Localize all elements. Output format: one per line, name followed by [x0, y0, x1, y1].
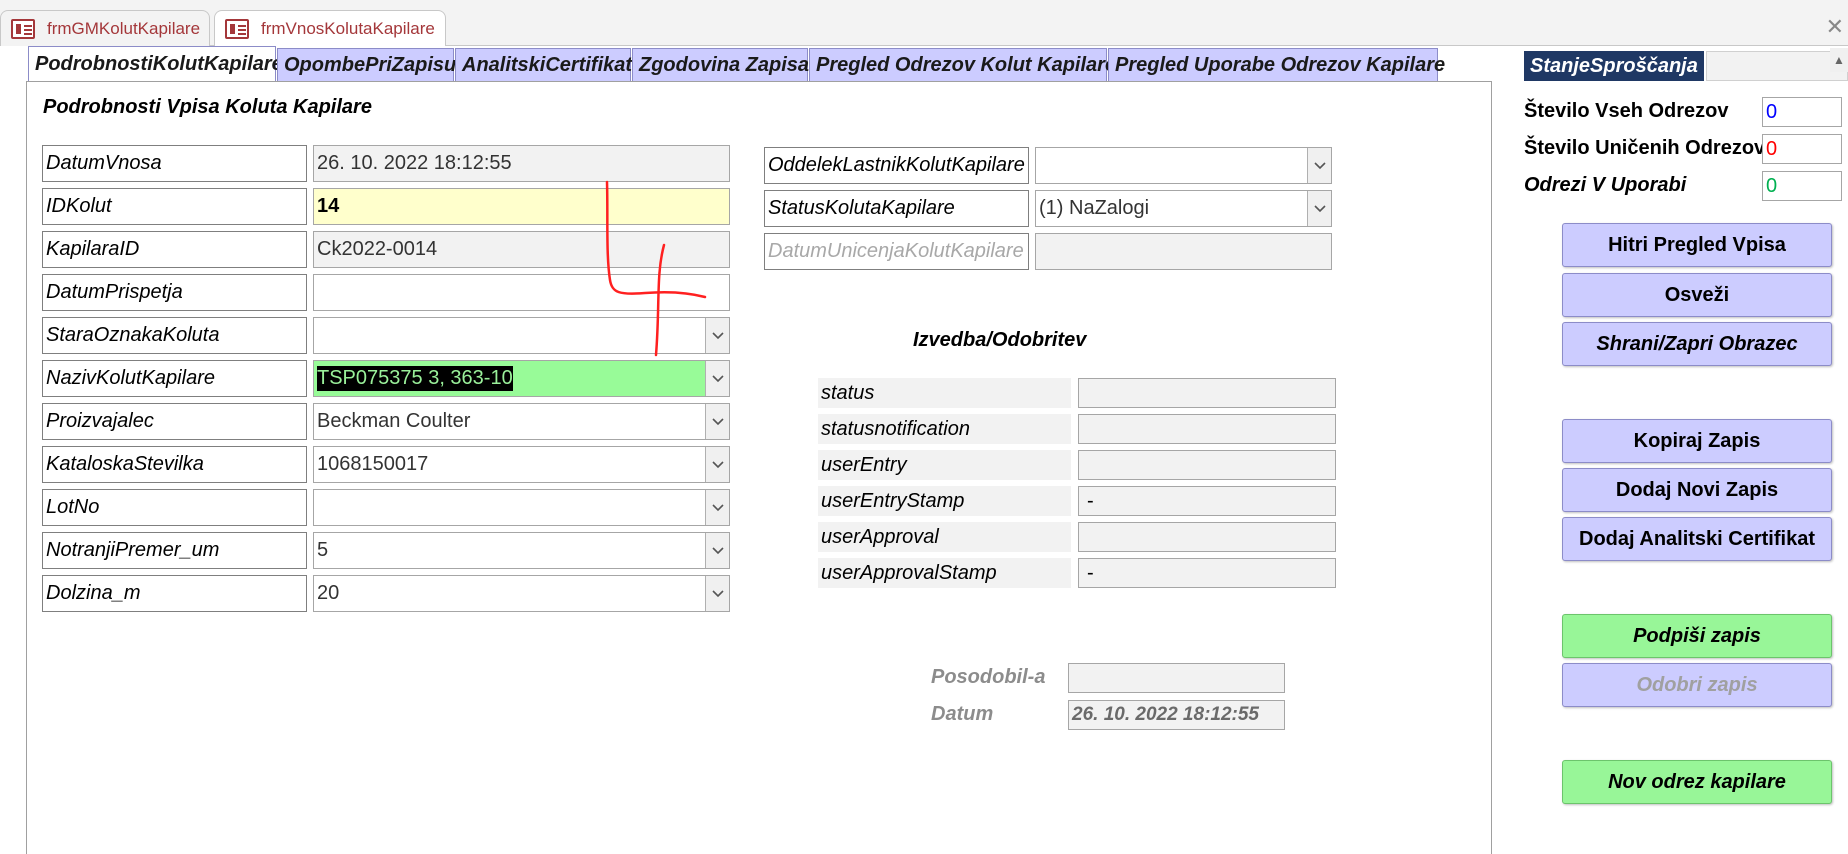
- field-userapproval[interactable]: [1078, 522, 1336, 552]
- scroll-up-icon[interactable]: ▲: [1830, 48, 1848, 72]
- dodaj-analitski-certifikat-button[interactable]: Dodaj Analitski Certifikat: [1562, 517, 1832, 561]
- stanje-sproscanja-field[interactable]: [1706, 51, 1848, 81]
- label-datumvnosa: DatumVnosa: [42, 145, 307, 182]
- combo-value: TSP075375 3, 363-10: [317, 366, 513, 391]
- combo-value: 20: [317, 582, 340, 604]
- chevron-down-icon[interactable]: [705, 404, 729, 439]
- shrani-zapri-button[interactable]: Shrani/Zapri Obrazec: [1562, 322, 1832, 366]
- tab-pregled-uporabe[interactable]: Pregled Uporabe Odrezov Kapilare: [1108, 48, 1445, 82]
- combo-value: Beckman Coulter: [317, 410, 471, 432]
- doc-tab-label: frmGMKolutKapilare: [47, 18, 201, 38]
- label-userapprovalstamp: userApprovalStamp: [818, 558, 1071, 588]
- combo-proizvajalec[interactable]: Beckman Coulter: [313, 403, 730, 440]
- nov-odrez-kapilare-button[interactable]: Nov odrez kapilare: [1562, 760, 1832, 804]
- label-proizvajalec: Proizvajalec: [42, 403, 307, 440]
- field-userentry[interactable]: [1078, 450, 1336, 480]
- tab-zgodovina[interactable]: Zgodovina Zapisa: [632, 48, 810, 82]
- tab-podrobnosti[interactable]: PodrobnostiKolutKapilare: [28, 46, 283, 82]
- label-nazivkolutkapilare: NazivKolutKapilare: [42, 360, 307, 397]
- chevron-down-icon[interactable]: [705, 361, 729, 396]
- combo-statuskoluta[interactable]: (1) NaZalogi: [1035, 190, 1332, 227]
- podpisi-zapis-button[interactable]: Podpiši zapis: [1562, 614, 1832, 658]
- field-datumunicenja[interactable]: [1035, 233, 1332, 270]
- chevron-down-icon[interactable]: [1307, 191, 1331, 226]
- close-icon[interactable]: ✕: [1826, 14, 1844, 40]
- label-idkolut: IDKolut: [42, 188, 307, 225]
- tab-analitski-certifikat[interactable]: AnalitskiCertifikat: [455, 48, 633, 82]
- odobri-zapis-button[interactable]: Odobri zapis: [1562, 663, 1832, 707]
- label-notranjipremer: NotranjiPremer_um: [42, 532, 307, 569]
- osvezi-button[interactable]: Osveži: [1562, 273, 1832, 317]
- izvedba-title: Izvedba/Odobritev: [913, 329, 1087, 351]
- chevron-down-icon[interactable]: [705, 490, 729, 525]
- tab-label: Pregled Uporabe Odrezov Kapilare: [1115, 53, 1446, 76]
- combo-oddelek[interactable]: [1035, 147, 1332, 184]
- combo-value: 1068150017: [317, 453, 429, 475]
- field-stevilo-unicenih[interactable]: 0: [1762, 134, 1842, 164]
- label-lotno: LotNo: [42, 489, 307, 526]
- chevron-down-icon[interactable]: [705, 447, 729, 482]
- dodaj-novi-zapis-button[interactable]: Dodaj Novi Zapis: [1562, 468, 1832, 512]
- chevron-down-icon[interactable]: [705, 533, 729, 568]
- label-userentrystamp: userEntryStamp: [818, 486, 1071, 516]
- label-kapilaraid: KapilaraID: [42, 231, 307, 268]
- tab-label: Zgodovina Zapisa: [639, 53, 810, 76]
- label-stevilo-vseh: Število Vseh Odrezov: [1524, 100, 1729, 122]
- tab-opombe[interactable]: OpombePriZapisu: [277, 48, 457, 82]
- combo-notranjipremer[interactable]: 5: [313, 532, 730, 569]
- doc-tab-frmVnosKolutaKapilare[interactable]: frmVnosKolutaKapilare: [214, 10, 446, 46]
- label-statuskoluta: StatusKolutaKapilare: [764, 190, 1029, 227]
- doc-tab-label: frmVnosKolutaKapilare: [261, 18, 435, 38]
- label-userapproval: userApproval: [818, 522, 1071, 552]
- form-icon: [11, 18, 35, 39]
- tab-label: PodrobnostiKolutKapilare: [35, 52, 283, 75]
- field-odrezi-v-uporabi[interactable]: 0: [1762, 171, 1842, 201]
- field-stevilo-vseh[interactable]: 0: [1762, 97, 1842, 127]
- field-userentrystamp[interactable]: -: [1078, 486, 1336, 516]
- label-userentry: userEntry: [818, 450, 1071, 480]
- tab-label: AnalitskiCertifikat: [462, 53, 633, 76]
- section-title: Podrobnosti Vpisa Koluta Kapilare: [43, 96, 372, 118]
- label-statusnotification: statusnotification: [818, 414, 1071, 444]
- combo-dolzina[interactable]: 20: [313, 575, 730, 612]
- label-stevilo-unicenih: Število Uničenih Odrezov: [1524, 137, 1766, 159]
- label-datumunicenja: DatumUnicenjaKolutKapilare: [764, 233, 1029, 270]
- chevron-down-icon[interactable]: [705, 576, 729, 611]
- field-statusnotification[interactable]: [1078, 414, 1336, 444]
- stanje-sproscanja-label[interactable]: StanjeSproščanja: [1524, 51, 1704, 81]
- chevron-down-icon[interactable]: [1307, 148, 1331, 183]
- label-datumprispetja: DatumPrispetja: [42, 274, 307, 311]
- handwritten-annotation: [605, 180, 707, 357]
- doc-tab-frmGMKolutKapilare[interactable]: frmGMKolutKapilare: [0, 10, 210, 46]
- field-status[interactable]: [1078, 378, 1336, 408]
- combo-value: 5: [317, 539, 329, 561]
- label-posodobil: Posodobil-a: [931, 666, 1046, 688]
- field-userapprovalstamp[interactable]: -: [1078, 558, 1336, 588]
- label-odrezi-v-uporabi: Odrezi V Uporabi: [1524, 174, 1687, 196]
- combo-lotno[interactable]: [313, 489, 730, 526]
- tab-label: OpombePriZapisu: [284, 53, 457, 76]
- combo-nazivkolutkapilare[interactable]: TSP075375 3, 363-10: [313, 360, 730, 397]
- label-staraoznakakoluta: StaraOznakaKoluta: [42, 317, 307, 354]
- label-oddelek: OddelekLastnikKolutKapilare: [764, 147, 1029, 184]
- field-posodobil[interactable]: [1068, 663, 1285, 693]
- hitri-pregled-button[interactable]: Hitri Pregled Vpisa: [1562, 223, 1832, 267]
- tab-pregled-odrezov[interactable]: Pregled Odrezov Kolut Kapilare: [809, 48, 1116, 82]
- label-dolzina: Dolzina_m: [42, 575, 307, 612]
- label-status: status: [818, 378, 1071, 408]
- tab-label: Pregled Odrezov Kolut Kapilare: [816, 53, 1117, 76]
- field-datum[interactable]: 26. 10. 2022 18:12:55: [1068, 700, 1285, 730]
- label-datum: Datum: [931, 703, 994, 725]
- kopiraj-zapis-button[interactable]: Kopiraj Zapis: [1562, 419, 1832, 463]
- form-icon: [225, 18, 249, 39]
- combo-value: (1) NaZalogi: [1039, 197, 1150, 219]
- combo-kataloskastevilka[interactable]: 1068150017: [313, 446, 730, 483]
- label-kataloskastevilka: KataloskaStevilka: [42, 446, 307, 483]
